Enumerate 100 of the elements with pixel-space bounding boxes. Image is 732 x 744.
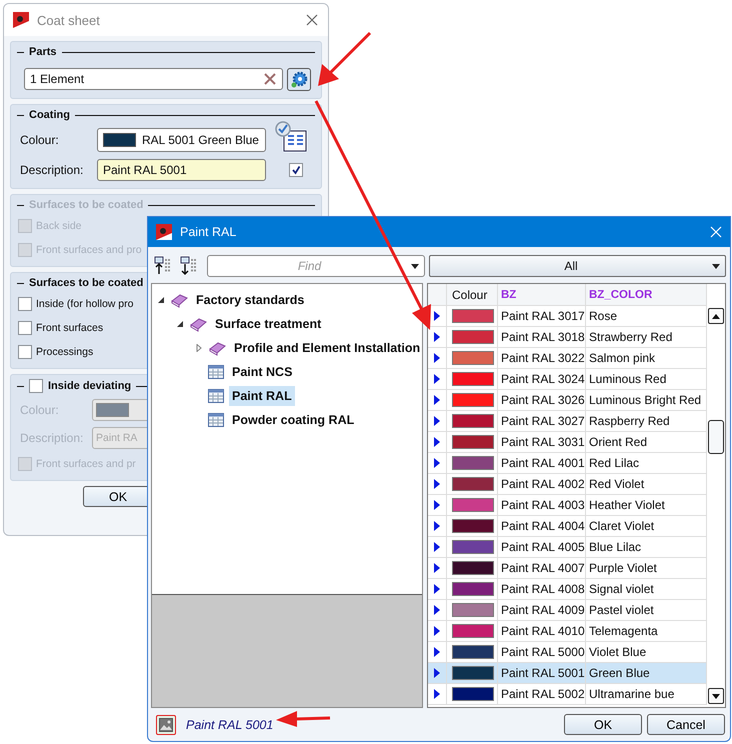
table-cell: Paint RAL 3018 [498, 327, 586, 348]
close-icon[interactable] [306, 14, 318, 26]
tree-item[interactable]: Profile and Element Installation [231, 338, 424, 358]
group-title: Parts [29, 46, 57, 58]
gear-button[interactable] [287, 68, 311, 91]
book-icon [189, 316, 207, 332]
table-row[interactable]: Paint RAL 4002 Red Violet [428, 474, 707, 495]
table-row[interactable]: Paint RAL 3022 Salmon pink [428, 348, 707, 369]
table-row[interactable]: Paint RAL 4005 Blue Lilac [428, 537, 707, 558]
checkbox[interactable] [289, 163, 303, 177]
table-row[interactable]: Paint RAL 4004 Claret Violet [428, 516, 707, 537]
arrow [318, 32, 372, 86]
table-row[interactable]: Paint RAL 3026 Luminous Bright Red [428, 390, 707, 411]
description-field[interactable]: Paint RAL 5001 [97, 159, 266, 181]
row-pointer-icon [434, 584, 440, 594]
row-pointer-icon [434, 374, 440, 384]
dropdown-icon[interactable] [411, 264, 419, 268]
table-cell: Paint RAL 4007 [498, 558, 586, 579]
down-arrow-icon [712, 694, 720, 698]
move-up-icon[interactable] [154, 256, 172, 276]
collapse-icon[interactable] [157, 296, 165, 304]
dropdown-icon[interactable] [712, 264, 720, 268]
table-row[interactable]: Paint RAL 3018 Strawberry Red [428, 327, 707, 348]
table-cell: Paint RAL 4004 [498, 516, 586, 537]
image-button[interactable] [156, 714, 176, 734]
up-arrow-icon [712, 314, 720, 318]
find-field[interactable]: Find [207, 255, 425, 277]
table-cell: Paint RAL 4010 [498, 621, 586, 642]
checkbox[interactable] [18, 297, 32, 311]
table-cell: Paint RAL 4001 [498, 453, 586, 474]
table-row[interactable]: Paint RAL 4007 Purple Violet [428, 558, 707, 579]
row-pointer-icon [434, 332, 440, 342]
row-pointer-icon [434, 416, 440, 426]
row-pointer-icon [434, 626, 440, 636]
find-field[interactable]: Find [208, 258, 411, 274]
table-row[interactable]: Paint RAL 4009 Pastel violet [428, 600, 707, 621]
collapse-icon[interactable] [176, 320, 184, 328]
ok-button[interactable]: OK [564, 714, 642, 735]
table-row[interactable]: Paint RAL 3017 Rose [428, 306, 707, 327]
parts-field[interactable]: 1 Element [24, 68, 283, 90]
table-cell: Paint RAL 5001 [498, 663, 586, 684]
filter-dropdown[interactable]: All [429, 255, 726, 277]
book-icon [208, 340, 226, 356]
tree-item[interactable]: Paint RAL [229, 386, 295, 406]
table-row[interactable]: Paint RAL 3031 Orient Red [428, 432, 707, 453]
column-header[interactable]: BZ [498, 284, 586, 306]
tree-item[interactable]: Powder coating RAL [229, 410, 358, 430]
scroll-thumb[interactable] [708, 420, 724, 454]
arrow [276, 711, 330, 727]
table-cell: Paint RAL 4002 [498, 474, 586, 495]
table-cell: Paint RAL 3027 [498, 411, 586, 432]
logo-icon [13, 12, 29, 28]
move-down-icon[interactable] [180, 256, 198, 276]
tree-item[interactable]: Factory standards [193, 290, 308, 310]
selected-entry-label: Paint RAL 5001 [186, 718, 274, 732]
window-title: Coat sheet [37, 12, 101, 28]
table-cell: Paint RAL 4009 [498, 600, 586, 621]
column-header[interactable]: Colour [447, 284, 498, 306]
scroll-down-button[interactable] [708, 688, 724, 704]
expand-icon[interactable] [195, 344, 203, 352]
tree-item[interactable]: Paint NCS [229, 362, 296, 382]
table-row[interactable]: Paint RAL 4008 Signal violet [428, 579, 707, 600]
checkbox-label: Front surfaces [36, 322, 104, 334]
table-row[interactable]: Paint RAL 4003 Heather Violet [428, 495, 707, 516]
table-cell: Paint RAL 3022 [498, 348, 586, 369]
checkbox[interactable] [18, 321, 32, 335]
row-pointer-icon [434, 689, 440, 699]
row-pointer-icon [434, 500, 440, 510]
checkbox[interactable] [18, 457, 32, 471]
table-row[interactable]: Paint RAL 5002 Ultramarine bue [428, 684, 707, 705]
table-row[interactable]: Paint RAL 5001 Green Blue [428, 663, 707, 684]
window-title: Paint RAL [180, 225, 238, 239]
row-pointer-icon [434, 395, 440, 405]
colour-table-icon[interactable] [274, 121, 308, 153]
table-cell: Paint RAL 3026 [498, 390, 586, 411]
field-label: Colour: [20, 133, 60, 147]
checkbox[interactable] [29, 379, 43, 393]
row-pointer-icon [434, 668, 440, 678]
table-row[interactable]: Paint RAL 3024 Luminous Red [428, 369, 707, 390]
row-pointer-icon [434, 311, 440, 321]
clear-icon[interactable] [263, 72, 277, 86]
checkbox[interactable] [18, 345, 32, 359]
table-cell: Paint RAL 4008 [498, 579, 586, 600]
table-row[interactable]: Paint RAL 3027 Raspberry Red [428, 411, 707, 432]
row-pointer-icon [434, 605, 440, 615]
table-cell: Paint RAL 5002 [498, 684, 586, 705]
row-pointer-icon [434, 647, 440, 657]
table-icon [208, 388, 224, 404]
table-row[interactable]: Paint RAL 4001 Red Lilac [428, 453, 707, 474]
group-title: Inside deviating [48, 380, 132, 392]
colour-field[interactable]: RAL 5001 Green Blue [97, 128, 266, 152]
table-cell: Paint RAL 4005 [498, 537, 586, 558]
row-pointer-icon [434, 353, 440, 363]
cancel-button[interactable]: Cancel [647, 714, 725, 735]
scroll-up-button[interactable] [708, 308, 724, 324]
field-label: Description: [20, 163, 84, 177]
tree-item[interactable]: Surface treatment [212, 314, 324, 334]
row-pointer-icon [434, 437, 440, 447]
table-row[interactable]: Paint RAL 4010 Telemagenta [428, 621, 707, 642]
table-icon [208, 364, 224, 380]
